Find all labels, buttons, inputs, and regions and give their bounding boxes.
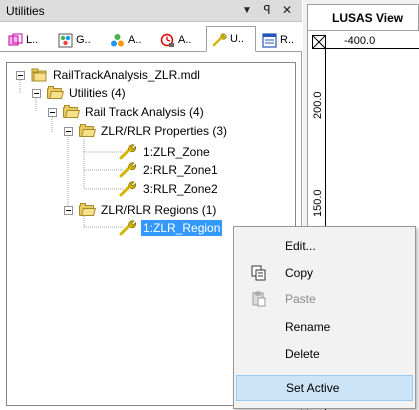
model-file-icon [31,68,47,82]
tree-node-label: RailTrackAnalysis_ZLR.mdl [53,68,200,82]
tab-label: A.. [128,34,142,46]
context-menu: Edit... Copy Paste Rename Delete Set Act… [233,226,416,409]
tree-node-label: 1:ZLR_Region [141,220,223,236]
tab-label: G.. [76,34,91,46]
tree-node-rail-track-analysis[interactable]: Rail Track Analysis (4) [63,103,206,121]
close-icon[interactable]: ✕ [280,3,294,17]
tab-groups[interactable]: G.. [56,29,93,51]
menu-item-label: Set Active [286,381,340,395]
collapse-toggle[interactable] [32,89,41,98]
view-tab-title: LUSAS View [332,11,404,25]
analyses-icon [160,33,174,47]
tree-node-label: ZLR/RLR Regions (1) [101,203,217,217]
attributes-icon [111,33,124,46]
geometry-icon [8,33,23,45]
tree-node-label: 3:RLR_Zone2 [143,182,218,196]
ruler-y-label: 150.0 [312,189,324,217]
wrench-icon [119,220,137,236]
menu-item-label: Edit... [285,239,316,253]
menu-item-paste[interactable]: Paste [236,286,413,312]
tree-node-regions-folder[interactable]: ZLR/RLR Regions (1) [79,201,218,219]
tree-node-label: 1:ZLR_Zone [143,145,210,159]
menu-item-edit[interactable]: Edit... [236,233,413,259]
collapse-toggle[interactable] [16,71,25,80]
tab-label: U.. [230,33,245,45]
ruler-x-label: -400.0 [344,35,376,47]
groups-icon [58,33,73,47]
collapse-toggle[interactable] [64,206,73,215]
menu-item-set-active[interactable]: Set Active [236,375,413,401]
tree-node-property[interactable]: 2:RLR_Zone1 [119,161,220,179]
copy-icon [251,265,266,281]
tree-node-properties-folder[interactable]: ZLR/RLR Properties (3) [79,122,229,140]
tree-node-utilities[interactable]: Utilities (4) [47,84,128,102]
menu-item-rename[interactable]: Rename [236,314,413,340]
utilities-wrench-icon [212,32,227,46]
tab-label: R.. [280,34,295,46]
folder-icon [47,86,64,100]
tree-node-model[interactable]: RailTrackAnalysis_ZLR.mdl [31,66,202,84]
menu-item-label: Rename [285,320,331,334]
tab-utilities[interactable]: U.. [206,26,256,52]
ruler-y-label: 200.0 [312,91,324,119]
tab-geometry[interactable]: L.. [6,29,40,51]
collapse-toggle[interactable] [48,108,57,117]
tab-reports[interactable]: R.. [260,29,296,51]
tab-analyses[interactable]: A.. [158,29,193,51]
collapse-toggle[interactable] [64,127,73,136]
ruler-corner-icon [312,35,326,49]
tree-node-label: 2:RLR_Zone1 [143,163,218,177]
tab-attributes[interactable]: A.. [108,29,143,51]
menu-item-copy[interactable]: Copy [236,260,413,286]
panel-titlebar: Utilities ▼ ꟼ ✕ [0,0,302,22]
wrench-icon [119,144,137,160]
wrench-icon [119,181,137,197]
ruler-horizontal: -400.0 [326,35,419,49]
tab-lusas-view[interactable]: LUSAS View [307,4,419,30]
menu-item-delete[interactable]: Delete [236,341,413,367]
reports-icon [262,32,277,48]
tree-node-label: Rail Track Analysis (4) [85,105,204,119]
pin-icon[interactable]: ꟼ [260,3,274,17]
folder-icon [79,124,96,138]
dropdown-arrow-icon[interactable]: ▼ [240,5,254,16]
folder-icon [79,203,96,217]
tree-node-property[interactable]: 3:RLR_Zone2 [119,180,220,198]
panel-title: Utilities [6,4,45,18]
menu-item-label: Paste [285,292,316,306]
tab-label: A.. [178,34,192,46]
menu-item-label: Delete [285,347,320,361]
wrench-icon [119,162,137,178]
tree-node-property[interactable]: 1:ZLR_Zone [119,143,212,161]
tree-node-label: ZLR/RLR Properties (3) [101,124,228,138]
menu-item-label: Copy [285,266,314,280]
tab-label: L.. [26,34,39,46]
paste-icon [252,291,266,307]
tree-node-region[interactable]: 1:ZLR_Region [119,219,223,237]
folder-icon [63,105,80,119]
panel-tabbar: L.. G.. A.. A.. U.. R.. [0,22,302,52]
tree-node-label: Utilities (4) [69,86,126,100]
